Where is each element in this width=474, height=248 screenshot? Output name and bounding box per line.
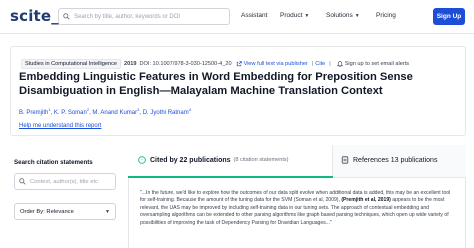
- order-by-value: Order By: Relevance: [20, 208, 74, 215]
- author-affiliation: 2: [86, 107, 90, 112]
- global-search-input[interactable]: Search by title, author, keywords or DOI: [58, 8, 230, 25]
- chevron-down-icon: ▼: [304, 13, 310, 19]
- venue-badge[interactable]: Studies in Computational Intelligence: [21, 59, 122, 69]
- quote-bubble-icon: ”: [138, 156, 146, 164]
- cited-by-label: Cited by 22 publications: [150, 156, 231, 164]
- citation-highlight[interactable]: (Premjith et al, 2019): [341, 197, 391, 203]
- sign-up-button[interactable]: Sign Up: [433, 8, 465, 25]
- search-placeholder: Search by title, author, keywords or DOI: [74, 13, 181, 20]
- document-icon: [341, 156, 349, 164]
- paper-header-card: Studies in Computational Intelligence 20…: [10, 46, 466, 136]
- search-icon: [63, 13, 70, 20]
- order-by-select[interactable]: Order By: Relevance ▼: [14, 203, 116, 220]
- view-publisher-link[interactable]: View full text via publisher: [244, 61, 308, 67]
- author-affiliation: 3: [137, 107, 140, 112]
- chevron-down-icon: ▼: [105, 208, 110, 215]
- publication-year: 2019: [124, 61, 137, 67]
- author-link[interactable]: K. P. Soman: [54, 110, 87, 116]
- external-link-icon: [236, 61, 242, 67]
- divider: |: [329, 61, 331, 67]
- references-label: References 13 publications: [353, 156, 438, 164]
- nav-solutions[interactable]: Solutions ▼: [326, 12, 360, 19]
- citation-search-input[interactable]: Context, author(s), title etc: [14, 173, 116, 190]
- search-icon: [19, 178, 26, 185]
- author-list: B. Premjith1, K. P. Soman2, M. Anand Kum…: [19, 107, 191, 116]
- chevron-down-icon: ▼: [354, 13, 360, 19]
- doi-text: DOI: 10.1007/978-3-030-12500-4_20: [139, 61, 232, 67]
- author-link[interactable]: M. Anand Kumar: [92, 110, 137, 116]
- paper-title: Embedding Linguistic Features in Word Em…: [19, 71, 413, 97]
- nav-product-label: Product: [280, 12, 303, 19]
- paper-meta-row: Studies in Computational Intelligence 20…: [21, 59, 409, 69]
- tab-references-content[interactable]: References 13 publications: [341, 156, 437, 164]
- divider: |: [311, 61, 314, 67]
- email-alert-link[interactable]: Sign up to set email alerts: [345, 61, 409, 67]
- scite-logo[interactable]: scite_: [10, 7, 59, 25]
- nav-solutions-label: Solutions: [326, 12, 353, 19]
- author-link[interactable]: D. Jyothi Ratnam: [143, 110, 189, 116]
- nav-product[interactable]: Product ▼: [280, 12, 309, 19]
- citation-search-placeholder: Context, author(s), title etc: [30, 178, 98, 185]
- citation-statements-count: (8 citation statements): [233, 157, 289, 163]
- citation-statement: "...In the future, we'd like to explore …: [140, 190, 456, 227]
- author-link[interactable]: B. Premjith: [19, 110, 48, 116]
- svg-text:”: ”: [141, 158, 143, 163]
- help-understand-link[interactable]: Help me understand this report: [19, 123, 101, 129]
- top-navigation: scite_ Search by title, author, keywords…: [0, 0, 474, 34]
- cite-link[interactable]: Cite: [315, 61, 325, 67]
- nav-assistant[interactable]: Assistant: [241, 12, 267, 19]
- nav-pricing[interactable]: Pricing: [376, 12, 396, 19]
- active-tab-indicator: [128, 176, 333, 178]
- tab-cited-by-content[interactable]: ” Cited by 22 publications (8 citation s…: [138, 156, 289, 164]
- author-affiliation: 1: [48, 107, 51, 112]
- bell-icon: [336, 61, 343, 67]
- citation-search-heading: Search citation statements: [14, 159, 93, 166]
- author-affiliation: 4: [188, 107, 191, 112]
